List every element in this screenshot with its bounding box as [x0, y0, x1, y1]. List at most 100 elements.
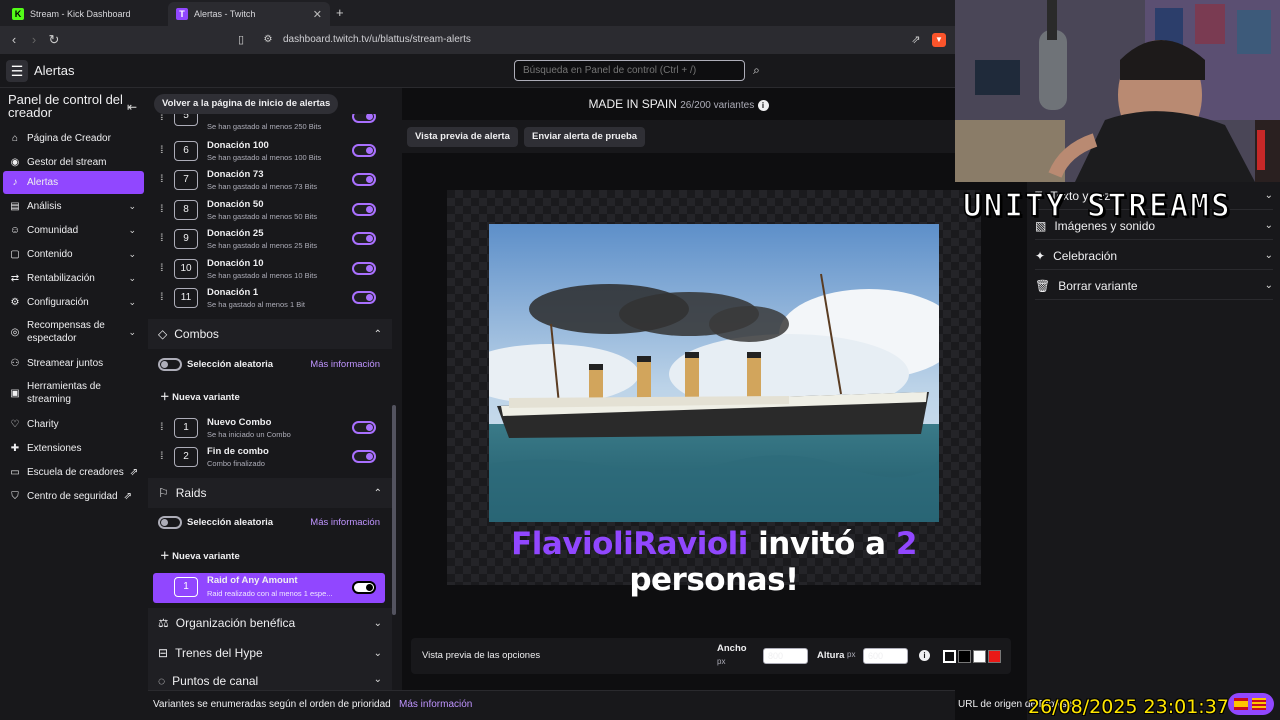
section-puntos-canal[interactable]: ◌ Puntos de canal ⌄	[148, 668, 392, 690]
more-info-link[interactable]: Más información	[399, 699, 472, 710]
chevron-down-icon: ⌄	[1264, 280, 1273, 291]
drag-handle-icon[interactable]: ⁞⁞	[160, 114, 163, 123]
send-test-alert-button[interactable]: Enviar alerta de prueba	[524, 127, 646, 147]
drag-handle-icon[interactable]: ⁞⁞	[160, 204, 163, 215]
more-info-link[interactable]: Más información	[310, 359, 380, 370]
width-input[interactable]	[763, 648, 808, 664]
list-item[interactable]: ⁞⁞ 10 Donación 10 Se han gastado al meno…	[156, 256, 388, 284]
list-item[interactable]: ⁞⁞ 8 Donación 50 Se han gastado al menos…	[156, 197, 388, 225]
charity-icon: ⚖	[158, 616, 169, 630]
list-item[interactable]: ⁞⁞ 5 Se han gastado al menos 250 Bits	[156, 114, 388, 132]
scrollbar[interactable]	[392, 405, 396, 615]
new-tab-button[interactable]: +	[336, 5, 344, 20]
sidebar-item-pagina-creador[interactable]: ⌂ Página de Creador	[3, 128, 144, 148]
new-variant-button[interactable]: ＋ Nueva variante	[160, 389, 240, 403]
sidebar-item-streamear-juntos[interactable]: ⚇ Streamear juntos	[3, 353, 144, 373]
list-item[interactable]: ⁞⁞ 7 Donación 73 Se han gastado al menos…	[156, 167, 388, 195]
background-swatch-dark[interactable]	[943, 650, 956, 663]
list-item[interactable]: ⁞⁞ 9 Donación 25 Se han gastado al menos…	[156, 226, 388, 254]
sidebar-item-configuracion[interactable]: ⚙ Configuración ⌄	[3, 292, 144, 312]
drag-handle-icon[interactable]: ⁞⁞	[160, 451, 163, 462]
drag-handle-icon[interactable]: ⁞⁞	[160, 233, 163, 244]
section-combos[interactable]: ◇ Combos ⌃	[148, 319, 392, 349]
background-swatch-black[interactable]	[958, 650, 971, 663]
chevron-down-icon: ⌄	[128, 272, 136, 283]
background-swatch-red[interactable]	[988, 650, 1001, 663]
chevron-down-icon: ⌄	[1264, 250, 1273, 261]
external-link-icon: ⇗	[123, 490, 133, 502]
variant-toggle[interactable]	[352, 114, 376, 123]
section-raids[interactable]: ⚐ Raids ⌃	[148, 478, 392, 508]
list-item[interactable]: ⁞⁞ 1 Nuevo Combo Se ha iniciado un Combo	[156, 415, 388, 443]
bookmark-icon[interactable]: ▯	[233, 32, 249, 48]
variant-toggle[interactable]	[352, 421, 376, 434]
height-input[interactable]	[863, 648, 908, 664]
brave-shield-icon[interactable]: ▼	[932, 33, 946, 47]
variant-title: Nuevo Combo	[207, 417, 272, 428]
variant-header: MADE IN SPAIN 26/200 variantes i	[402, 88, 955, 120]
drag-handle-icon[interactable]: ⁞⁞	[160, 292, 163, 303]
charity-icon: ♡	[10, 418, 20, 430]
list-item[interactable]: ⁞⁞ 2 Fin de combo Combo finalizado	[156, 444, 388, 472]
variant-toggle[interactable]	[352, 232, 376, 245]
new-variant-button[interactable]: ＋ Nueva variante	[160, 548, 240, 562]
drag-handle-icon[interactable]: ⁞⁞	[160, 422, 163, 433]
reload-icon[interactable]: ↻	[46, 32, 62, 48]
sidebar-item-recompensas[interactable]: ◎ Recompensas de espectador ⌄	[3, 318, 144, 346]
drag-handle-icon[interactable]: ⁞⁞	[160, 145, 163, 156]
search-input[interactable]	[514, 60, 745, 81]
drag-handle-icon[interactable]: ⁞⁞	[160, 263, 163, 274]
collapse-sidebar-icon[interactable]: ⇤	[127, 100, 137, 114]
random-selection-toggle[interactable]	[158, 516, 182, 529]
priority-number: 11	[174, 288, 198, 308]
variant-toggle[interactable]	[352, 291, 376, 304]
list-item-selected[interactable]: 1 Raid of Any Amount Raid realizado con …	[153, 573, 385, 603]
back-arrow-icon[interactable]: ‹	[6, 32, 22, 48]
close-tab-icon[interactable]: ✕	[313, 8, 322, 21]
sidebar-item-rentabilizacion[interactable]: ⇄ Rentabilización ⌄	[3, 268, 144, 288]
search-icon[interactable]: ⌕	[746, 60, 767, 81]
variant-toggle[interactable]	[352, 581, 376, 594]
sidebar-item-extensiones[interactable]: ✚ Extensiones	[3, 438, 144, 458]
variant-toggle[interactable]	[352, 262, 376, 275]
more-info-link[interactable]: Más información	[310, 517, 380, 528]
random-selection-toggle[interactable]	[158, 358, 182, 371]
sidebar-item-seguridad[interactable]: ⛉ Centro de seguridad ⇗	[3, 486, 144, 506]
section-title: Raids	[175, 486, 207, 500]
alert-image	[489, 224, 939, 522]
tab-kick-dashboard[interactable]: K Stream - Kick Dashboard	[4, 2, 166, 26]
sidebar-item-comunidad[interactable]: ☺ Comunidad ⌄	[3, 220, 144, 240]
hamburger-menu-icon[interactable]: ☰	[6, 60, 28, 82]
preview-alert-button[interactable]: Vista previa de alerta	[407, 127, 518, 147]
section-borrar-variante[interactable]: 🗑 Borrar variante ⌄	[1035, 272, 1273, 300]
section-organizacion-benefica[interactable]: ⚖ Organización benéfica ⌄	[148, 608, 392, 638]
back-to-alerts-button[interactable]: Volver a la página de inicio de alertas	[154, 94, 339, 114]
variant-toggle[interactable]	[352, 203, 376, 216]
list-item[interactable]: ⁞⁞ 11 Donación 1 Se ha gastado al menos …	[156, 285, 388, 313]
alert-username: FlavioliRavioli	[511, 526, 748, 562]
sidebar-item-analisis[interactable]: ▤ Análisis ⌄	[3, 196, 144, 216]
sidebar-item-herramientas[interactable]: ▣ Herramientas de streaming	[3, 379, 144, 407]
forward-arrow-icon[interactable]: ›	[26, 32, 42, 48]
sidebar-item-gestor-stream[interactable]: ◉ Gestor del stream	[3, 152, 144, 172]
tab-twitch-alerts[interactable]: T Alertas - Twitch ✕	[168, 2, 330, 26]
url-text[interactable]: dashboard.twitch.tv/u/blattus/stream-ale…	[283, 34, 471, 45]
variant-toggle[interactable]	[352, 450, 376, 463]
site-info-icon[interactable]: ⚙	[260, 32, 276, 48]
background-swatch-white[interactable]	[973, 650, 986, 663]
info-icon[interactable]: i	[919, 650, 930, 661]
section-title: Combos	[174, 327, 219, 341]
info-icon[interactable]: i	[757, 100, 769, 111]
sidebar-item-label: Configuración	[27, 296, 89, 308]
sidebar-item-contenido[interactable]: ▢ Contenido ⌄	[3, 244, 144, 264]
section-trenes-hype[interactable]: ⊟ Trenes del Hype ⌄	[148, 638, 392, 668]
section-celebracion[interactable]: ✦ Celebración ⌄	[1035, 242, 1273, 270]
share-icon[interactable]: ⇗	[908, 32, 924, 48]
sidebar-item-alertas[interactable]: ♪ Alertas	[3, 171, 144, 194]
sidebar-item-charity[interactable]: ♡ Charity	[3, 414, 144, 434]
variant-toggle[interactable]	[352, 173, 376, 186]
drag-handle-icon[interactable]: ⁞⁞	[160, 174, 163, 185]
list-item[interactable]: ⁞⁞ 6 Donación 100 Se han gastado al meno…	[156, 138, 388, 166]
sidebar-item-escuela[interactable]: ▭ Escuela de creadores ⇗	[3, 462, 144, 482]
variant-toggle[interactable]	[352, 144, 376, 157]
